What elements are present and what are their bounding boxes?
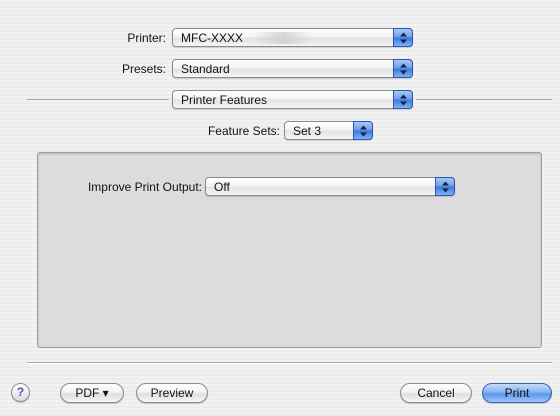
improve-output-arrows-icon — [435, 177, 455, 196]
printer-value: MFC-XXXX — [181, 31, 244, 45]
presets-popup-arrows-icon — [393, 59, 413, 78]
presets-label: Presets: — [121, 62, 166, 76]
feature-options-panel: Improve Print Output: Off — [37, 152, 542, 348]
improve-output-popup[interactable]: Off — [205, 177, 455, 196]
printer-name-blur — [253, 32, 313, 44]
footer-separator-highlight — [27, 363, 552, 364]
help-button[interactable]: ? — [11, 383, 30, 402]
cancel-button[interactable]: Cancel — [400, 383, 472, 403]
pane-selector-value: Printer Features — [181, 93, 268, 107]
improve-output-label: Improve Print Output: — [87, 180, 202, 194]
separator-left — [27, 99, 169, 100]
improve-output-value: Off — [214, 180, 230, 194]
feature-sets-label: Feature Sets: — [207, 124, 280, 138]
pdf-menu-button[interactable]: PDF ▾ — [60, 383, 124, 403]
feature-sets-arrows-icon — [353, 121, 373, 140]
feature-sets-value: Set 3 — [293, 124, 322, 138]
feature-sets-popup[interactable]: Set 3 — [284, 121, 373, 140]
separator-right — [416, 99, 552, 100]
pane-selector-arrows-icon — [393, 90, 413, 109]
printer-label: Printer: — [127, 31, 166, 45]
preview-button[interactable]: Preview — [136, 383, 208, 403]
printer-popup-arrows-icon — [393, 28, 413, 47]
printer-popup[interactable]: MFC-XXXX — [172, 28, 413, 47]
presets-popup[interactable]: Standard — [172, 59, 413, 78]
pane-selector-popup[interactable]: Printer Features — [172, 90, 413, 109]
presets-value: Standard — [181, 62, 230, 76]
print-button[interactable]: Print — [482, 383, 552, 403]
help-icon: ? — [16, 385, 25, 399]
